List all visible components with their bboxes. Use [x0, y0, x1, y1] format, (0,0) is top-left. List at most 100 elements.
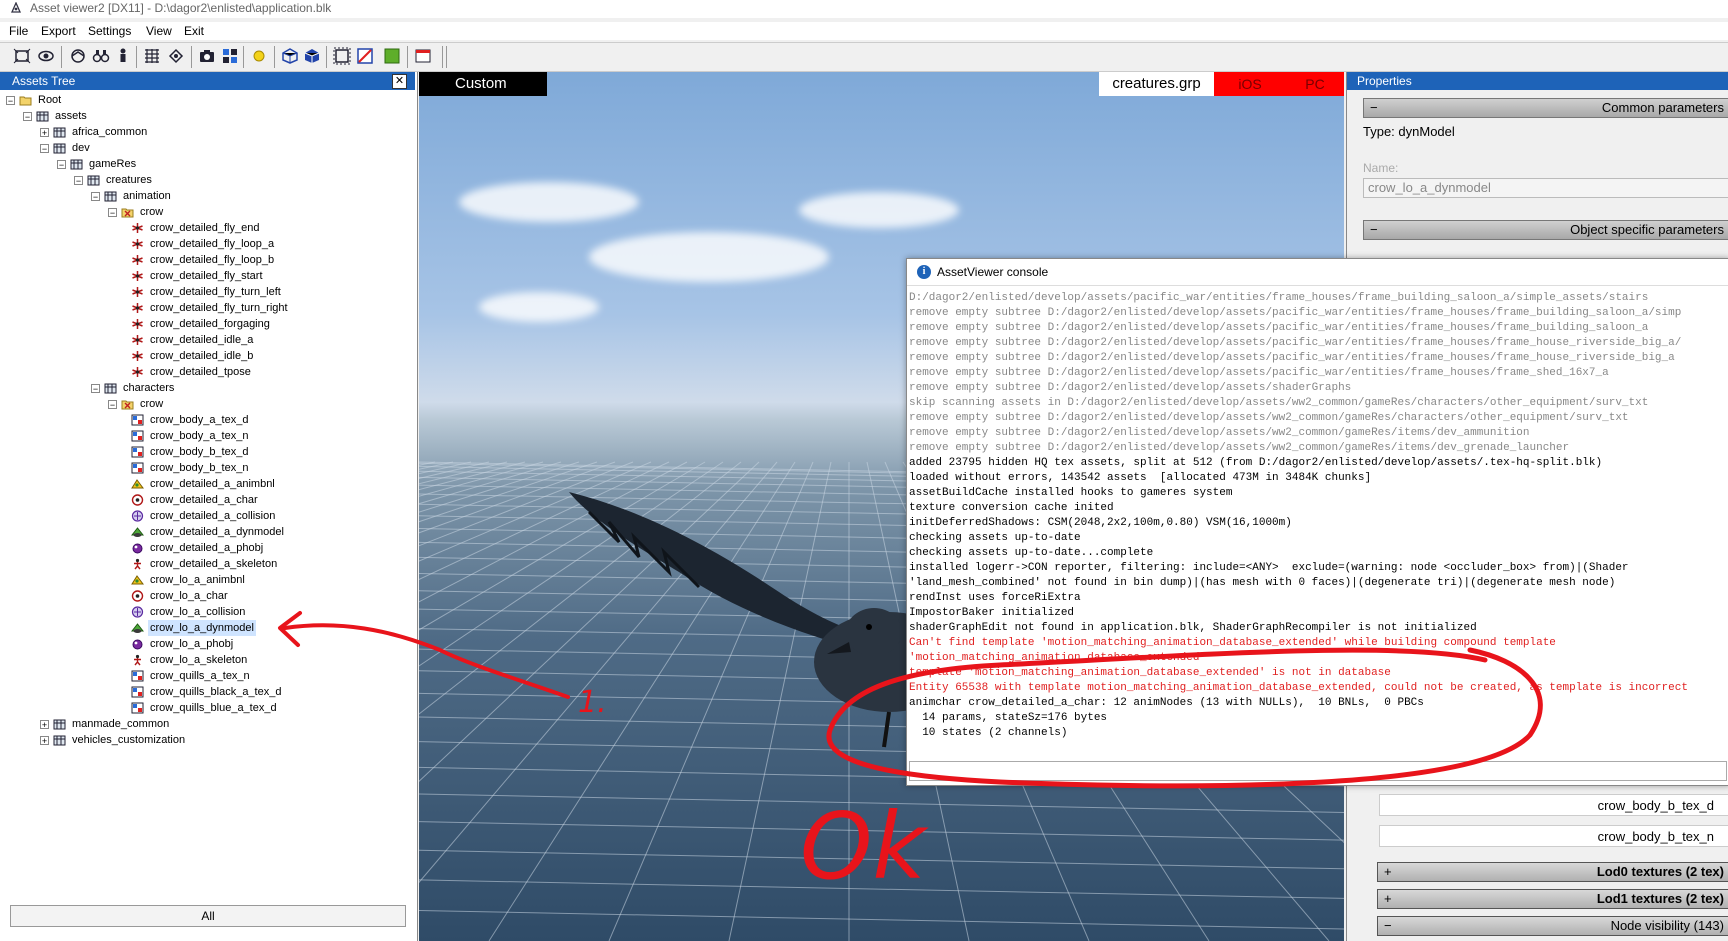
- tree-node[interactable]: − animation: [0, 188, 415, 204]
- name-field[interactable]: crow_lo_a_dynmodel: [1363, 178, 1728, 198]
- tree-node[interactable]: crow_detailed_a_skeleton: [0, 556, 415, 572]
- tree-node[interactable]: crow_detailed_idle_a: [0, 332, 415, 348]
- tiles-icon[interactable]: [221, 47, 239, 65]
- tree-node[interactable]: − crow: [0, 396, 415, 412]
- person-icon[interactable]: [114, 47, 132, 65]
- collapse-icon[interactable]: −: [74, 176, 83, 186]
- collapse-icon[interactable]: −: [40, 144, 49, 154]
- camera-orbit-icon[interactable]: [69, 47, 87, 65]
- common-parameters-section[interactable]: − Common parameters: [1363, 98, 1728, 118]
- platform-ios-tab[interactable]: iOS: [1214, 72, 1286, 96]
- no-collision-icon[interactable]: [356, 47, 374, 65]
- expand-icon[interactable]: +: [40, 720, 49, 730]
- tree-node[interactable]: crow_detailed_a_phobj: [0, 540, 415, 556]
- window-icon[interactable]: [414, 47, 432, 65]
- collapse-icon[interactable]: −: [91, 384, 100, 394]
- tree-node[interactable]: crow_lo_a_collision: [0, 604, 415, 620]
- tree-node[interactable]: crow_detailed_fly_loop_a: [0, 236, 415, 252]
- play-camera-icon[interactable]: [167, 47, 185, 65]
- expand-icon: +: [1384, 864, 1392, 879]
- collapse-icon[interactable]: −: [108, 208, 117, 218]
- expand-icon[interactable]: +: [40, 128, 49, 138]
- tree-node[interactable]: crow_detailed_fly_start: [0, 268, 415, 284]
- tree-node[interactable]: crow_detailed_a_dynmodel: [0, 524, 415, 540]
- object-specific-section[interactable]: − Object specific parameters: [1363, 220, 1728, 240]
- menu-exit[interactable]: Exit: [184, 24, 204, 38]
- tree-node[interactable]: − characters: [0, 380, 415, 396]
- collapse-icon[interactable]: −: [6, 96, 15, 106]
- tree-node[interactable]: crow_quills_a_tex_n: [0, 668, 415, 684]
- tree-node-label: crow_detailed_tpose: [150, 366, 251, 378]
- tree-node[interactable]: crow_quills_black_a_tex_d: [0, 684, 415, 700]
- tree-node[interactable]: crow_detailed_a_char: [0, 492, 415, 508]
- tree-node[interactable]: crow_detailed_a_collision: [0, 508, 415, 524]
- tree-node[interactable]: crow_detailed_forgaging: [0, 316, 415, 332]
- close-icon[interactable]: ✕: [392, 74, 407, 89]
- tree-node[interactable]: crow_lo_a_char: [0, 588, 415, 604]
- collapse-icon[interactable]: −: [23, 112, 32, 122]
- tree-node[interactable]: − gameRes: [0, 156, 415, 172]
- tree-node-label: crow_body_a_tex_n: [150, 430, 249, 442]
- tree-node-label: crow_detailed_fly_loop_b: [150, 254, 275, 266]
- tree-node[interactable]: + vehicles_customization: [0, 732, 415, 748]
- tree-node[interactable]: crow_detailed_fly_loop_b: [0, 252, 415, 268]
- tree-node[interactable]: crow_body_a_tex_n: [0, 428, 415, 444]
- tree-node[interactable]: crow_detailed_fly_turn_left: [0, 284, 415, 300]
- menu-file[interactable]: File: [9, 24, 28, 38]
- lod0-textures-section[interactable]: + Lod0 textures (2 tex): [1377, 862, 1728, 882]
- eye-icon[interactable]: [37, 47, 55, 65]
- tree-node-label: crow_lo_a_skeleton: [150, 654, 248, 666]
- tree-node-label: crow_quills_blue_a_tex_d: [150, 702, 277, 714]
- tree-node[interactable]: crow_detailed_a_animbnl: [0, 476, 415, 492]
- expand-icon[interactable]: +: [40, 736, 49, 746]
- platform-pc-tab[interactable]: PC: [1286, 72, 1344, 96]
- binoculars-icon[interactable]: [92, 47, 110, 65]
- zoom-extents-icon[interactable]: [13, 47, 31, 65]
- screenshot-icon[interactable]: [198, 47, 216, 65]
- tree-node[interactable]: crow_detailed_fly_end: [0, 220, 415, 236]
- cube-outline-icon[interactable]: [281, 47, 299, 65]
- texture-button[interactable]: crow_body_b_tex_n: [1379, 825, 1728, 847]
- tree-node[interactable]: − crow: [0, 204, 415, 220]
- view-mode-label[interactable]: Custom: [419, 72, 547, 96]
- console-input[interactable]: [909, 761, 1727, 781]
- texture-icon: [131, 670, 144, 682]
- sun-icon[interactable]: [250, 47, 268, 65]
- toolbar-separator: [191, 46, 192, 68]
- tree-node[interactable]: + manmade_common: [0, 716, 415, 732]
- menu-view[interactable]: View: [146, 24, 172, 38]
- tree-node[interactable]: crow_lo_a_animbnl: [0, 572, 415, 588]
- tree-node[interactable]: crow_body_b_tex_n: [0, 460, 415, 476]
- section-title: Object specific parameters: [1570, 222, 1724, 237]
- tree-node[interactable]: − dev: [0, 140, 415, 156]
- frame-select-icon[interactable]: [333, 47, 351, 65]
- tree-node[interactable]: crow_detailed_fly_turn_right: [0, 300, 415, 316]
- tree-node[interactable]: crow_detailed_idle_b: [0, 348, 415, 364]
- tree-node[interactable]: − Root: [0, 92, 415, 108]
- tree-node[interactable]: crow_body_a_tex_d: [0, 412, 415, 428]
- tree-node[interactable]: crow_lo_a_skeleton: [0, 652, 415, 668]
- all-filter-button[interactable]: All: [10, 905, 406, 927]
- tree-node[interactable]: crow_lo_a_dynmodel: [0, 620, 415, 636]
- tree-node[interactable]: + africa_common: [0, 124, 415, 140]
- tree-node[interactable]: − creatures: [0, 172, 415, 188]
- menu-settings[interactable]: Settings: [88, 24, 131, 38]
- green-square-icon[interactable]: [383, 47, 401, 65]
- tree-node[interactable]: crow_lo_a_phobj: [0, 636, 415, 652]
- tree-node[interactable]: crow_body_b_tex_d: [0, 444, 415, 460]
- grid-icon[interactable]: [143, 47, 161, 65]
- tree-node[interactable]: crow_quills_blue_a_tex_d: [0, 700, 415, 716]
- collapse-icon[interactable]: −: [108, 400, 117, 410]
- collapse-icon[interactable]: −: [91, 192, 100, 202]
- tree-node[interactable]: − assets: [0, 108, 415, 124]
- menu-export[interactable]: Export: [41, 24, 76, 38]
- console-log[interactable]: D:/dagor2/enlisted/develop/assets/pacifi…: [909, 291, 1727, 751]
- tree-node[interactable]: crow_detailed_tpose: [0, 364, 415, 380]
- package-icon: [53, 143, 66, 154]
- collapse-icon[interactable]: −: [57, 160, 66, 170]
- cube-solid-icon[interactable]: [303, 47, 321, 65]
- lod1-textures-section[interactable]: + Lod1 textures (2 tex): [1377, 889, 1728, 909]
- char-icon: [131, 494, 144, 506]
- texture-button[interactable]: crow_body_b_tex_d: [1379, 794, 1728, 816]
- node-visibility-section[interactable]: − Node visibility (143): [1377, 916, 1728, 936]
